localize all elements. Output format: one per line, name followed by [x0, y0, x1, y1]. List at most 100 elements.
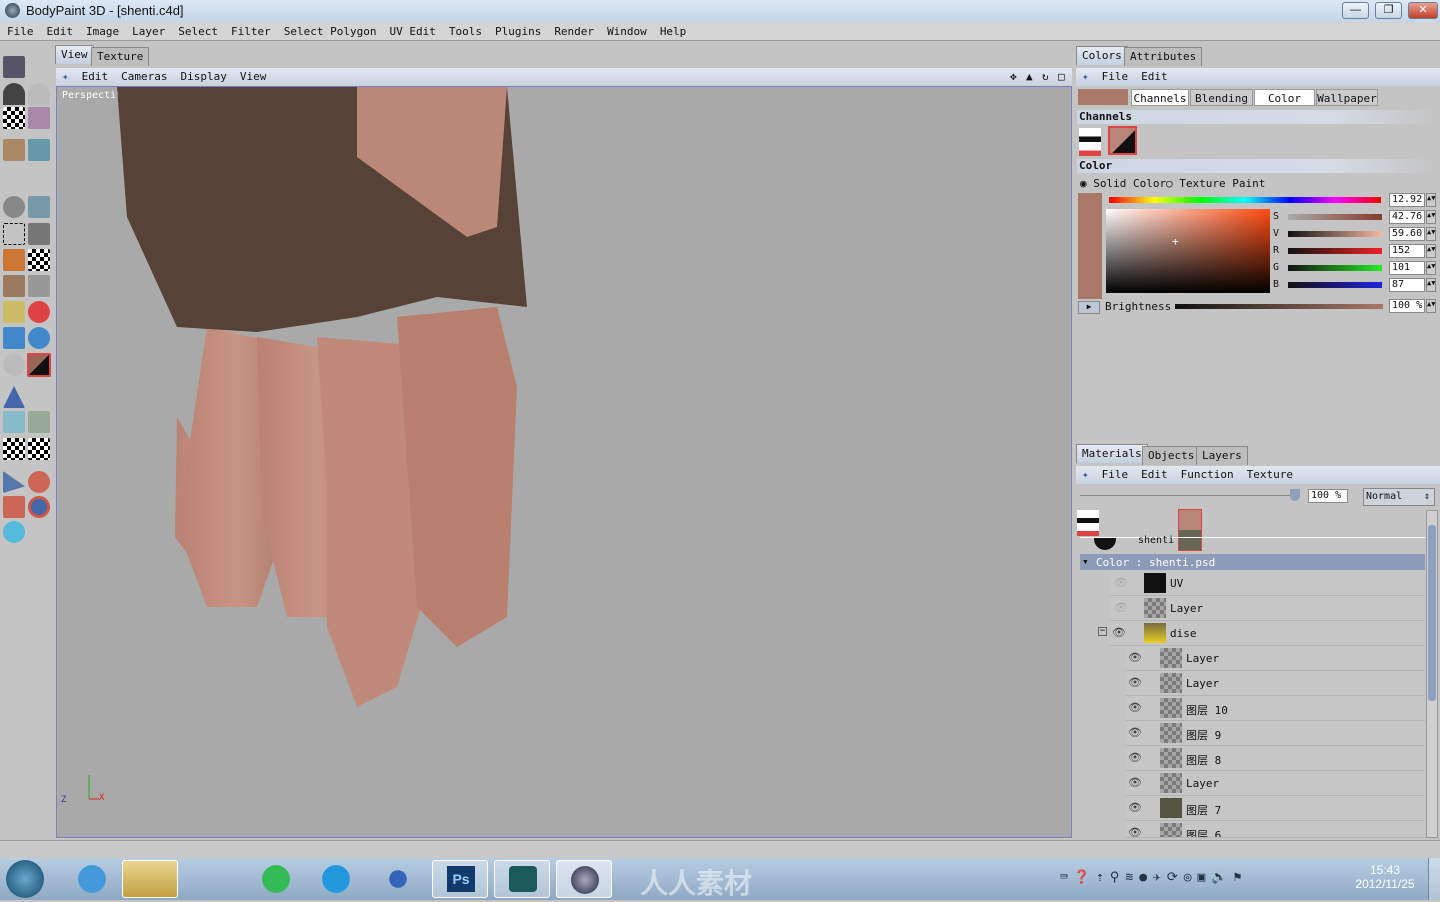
smudge-icon[interactable]: [28, 275, 50, 297]
hue-field[interactable]: 12.92: [1389, 193, 1425, 207]
gradient-icon[interactable]: [28, 327, 50, 349]
magnet-icon[interactable]: [3, 521, 25, 543]
layer-row[interactable]: 👁 图层 7: [1126, 796, 1425, 821]
bucket-icon[interactable]: [3, 327, 25, 349]
channel-toggle-icon[interactable]: [1079, 128, 1101, 156]
eye-icon[interactable]: 👁: [1112, 626, 1126, 639]
eye-icon[interactable]: 👁: [1128, 801, 1142, 814]
s-spinner[interactable]: ▲▼: [1426, 210, 1436, 224]
uv-polygons-icon[interactable]: [28, 411, 50, 433]
collapse-icon[interactable]: −: [1098, 627, 1107, 636]
points-mode-icon[interactable]: [3, 386, 25, 408]
eye-icon[interactable]: 👁: [1128, 751, 1142, 764]
fill-icon[interactable]: [28, 196, 50, 218]
menu-help[interactable]: Help: [653, 22, 693, 38]
projection-icon[interactable]: [28, 139, 50, 161]
maximize-button[interactable]: ❐: [1375, 2, 1402, 19]
hue-slider[interactable]: [1109, 197, 1381, 203]
opacity-slider-handle[interactable]: [1290, 489, 1300, 501]
color-swatch-icon[interactable]: [27, 353, 51, 377]
opacity-slider[interactable]: [1080, 489, 1300, 501]
view-menu-cameras[interactable]: Cameras: [115, 68, 174, 83]
bodypaint-button[interactable]: [556, 860, 612, 898]
menu-window[interactable]: Window: [600, 22, 653, 38]
menu-edit[interactable]: Edit: [40, 22, 80, 38]
mat-menu-function[interactable]: Function: [1175, 466, 1241, 481]
material-name[interactable]: shenti: [1138, 535, 1174, 546]
start-button[interactable]: [6, 860, 44, 898]
paint-setup-icon[interactable]: [3, 139, 25, 161]
uv-move-icon[interactable]: [28, 471, 50, 493]
s-field[interactable]: 42.76: [1389, 210, 1425, 224]
menu-select[interactable]: Select: [171, 22, 224, 38]
channel-toggle-icon[interactable]: [1077, 510, 1099, 536]
menu-render[interactable]: Render: [547, 22, 600, 38]
select-arrow-icon[interactable]: [3, 471, 25, 493]
minimize-button[interactable]: —: [1342, 2, 1369, 19]
texture-header[interactable]: ▾ Color : shenti.psd: [1080, 554, 1425, 570]
rect-select-icon[interactable]: [3, 223, 25, 245]
layer-folder-row[interactable]: − 👁 dise: [1098, 621, 1425, 646]
feiq-icon[interactable]: [370, 860, 426, 898]
brightness-field[interactable]: 100 %: [1389, 299, 1425, 313]
layer-row[interactable]: 👁 图层 6: [1126, 821, 1425, 838]
expand-button[interactable]: ▶: [1078, 301, 1100, 314]
redo-icon[interactable]: [28, 83, 50, 105]
uv-rotate-icon[interactable]: [28, 496, 50, 518]
material-preview[interactable]: [1094, 538, 1116, 550]
v-field[interactable]: 59.60: [1389, 227, 1425, 241]
explorer-icon[interactable]: [122, 860, 178, 898]
menu-file[interactable]: File: [0, 22, 40, 38]
undo-icon[interactable]: [3, 83, 25, 105]
magic-wand-icon[interactable]: [28, 223, 50, 245]
eye-icon[interactable]: 👁: [1128, 676, 1142, 689]
b-slider[interactable]: [1288, 282, 1382, 288]
uv-points-icon[interactable]: [3, 411, 25, 433]
ie-icon[interactable]: [64, 860, 120, 898]
object-axis-icon[interactable]: [28, 438, 50, 460]
hue-spinner[interactable]: ▲▼: [1426, 193, 1436, 207]
transform-icon[interactable]: [28, 249, 50, 271]
r-spinner[interactable]: ▲▼: [1426, 244, 1436, 258]
eye-icon[interactable]: 👁: [1128, 776, 1142, 789]
pin-icon[interactable]: ✦: [1076, 68, 1096, 83]
subtab-blending[interactable]: Blending: [1190, 89, 1253, 106]
view-menu-view[interactable]: View: [234, 68, 274, 83]
layer-row[interactable]: 👁 Layer: [1126, 646, 1425, 671]
blend-mode-select[interactable]: Normal ⇕: [1363, 488, 1435, 506]
layer-row[interactable]: 👁 图层 10: [1126, 696, 1425, 721]
sogou-icon[interactable]: [308, 860, 364, 898]
pin-icon[interactable]: ✦: [56, 68, 76, 83]
pin-icon[interactable]: ✦: [1076, 466, 1096, 481]
texture-mode-icon[interactable]: [3, 438, 25, 460]
layer-row[interactable]: 👁 图层 8: [1126, 746, 1425, 771]
s-slider[interactable]: [1288, 214, 1382, 220]
subtab-wallpaper[interactable]: Wallpaper: [1316, 89, 1378, 106]
layer-row[interactable]: 👁 Layer: [1126, 771, 1425, 796]
system-tray-icons[interactable]: ⌨❓⇡⚲≋●✈⟳◎▣🔊⚑: [1060, 870, 1247, 885]
magnify-icon[interactable]: [3, 196, 25, 218]
move-icon[interactable]: [3, 249, 25, 271]
material-color-channel-icon[interactable]: [1178, 509, 1202, 551]
view-menu-edit[interactable]: Edit: [76, 68, 116, 83]
mat-menu-edit[interactable]: Edit: [1135, 466, 1175, 481]
tab-objects[interactable]: Objects: [1142, 446, 1201, 465]
colors-menu-edit[interactable]: Edit: [1135, 68, 1175, 83]
maximize-view-icon[interactable]: □: [1052, 68, 1072, 83]
clock[interactable]: 15:43 2012/11/25: [1345, 863, 1425, 891]
uv-scale-icon[interactable]: [3, 496, 25, 518]
3d-viewport[interactable]: Perspective Z X: [56, 86, 1072, 838]
colors-menu-file[interactable]: File: [1096, 68, 1136, 83]
g-slider[interactable]: [1288, 265, 1382, 271]
brightness-slider[interactable]: [1175, 304, 1383, 309]
tab-texture[interactable]: Texture: [91, 47, 150, 66]
subtab-channels[interactable]: Channels: [1131, 89, 1189, 106]
b-spinner[interactable]: ▲▼: [1426, 278, 1436, 292]
scrollbar-thumb[interactable]: [1428, 525, 1436, 701]
saturation-value-picker[interactable]: +: [1106, 209, 1270, 293]
layer-row[interactable]: 👁 Layer: [1126, 671, 1425, 696]
eyedropper-icon[interactable]: [28, 301, 50, 323]
eye-icon[interactable]: 👁: [1128, 701, 1142, 714]
menu-tools[interactable]: Tools: [442, 22, 488, 38]
view-menu-display[interactable]: Display: [174, 68, 233, 83]
